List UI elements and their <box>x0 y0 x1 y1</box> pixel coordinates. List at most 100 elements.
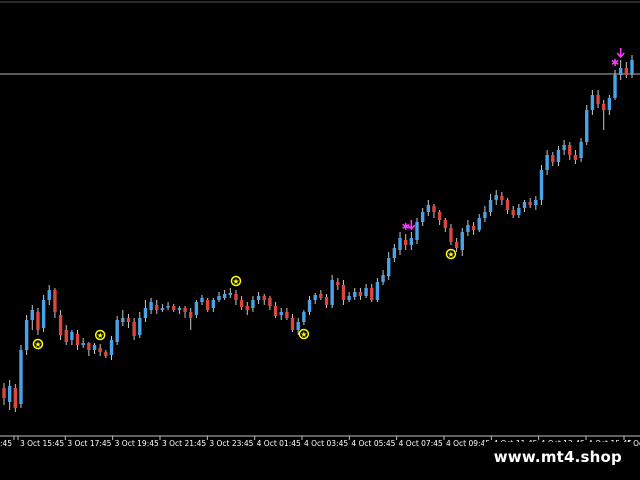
candle-body <box>602 104 606 110</box>
x-tick-label: :45 <box>0 439 12 448</box>
chart-background <box>0 0 640 480</box>
candle-body <box>126 318 131 322</box>
candle-body <box>381 275 385 282</box>
candle-body <box>596 95 600 104</box>
candle-body <box>98 348 102 352</box>
candle-body <box>228 293 233 295</box>
candle-body <box>19 350 23 404</box>
candle-body <box>562 145 566 150</box>
candle-body <box>613 75 617 98</box>
candle-body <box>556 150 561 162</box>
candle-body <box>256 296 261 300</box>
candle-body <box>166 306 170 308</box>
candle-body <box>454 242 459 248</box>
magenta-star-icon: ✱ <box>401 222 409 233</box>
candle-body <box>75 334 80 345</box>
candle-body <box>268 298 272 306</box>
signal-star-glyph: ★ <box>97 331 104 340</box>
chart-canvas: ★ ★ ★ ★ ★ ✱ ✱:45 3 Oct 15:45 3 Oct 17:45 3 Oct 19… <box>0 0 640 480</box>
x-tick-label: 3 Oct 15:45 <box>20 439 64 448</box>
candle-body <box>132 322 136 336</box>
candle-body <box>483 212 487 218</box>
candle-body <box>624 68 629 75</box>
candle-body <box>245 306 249 310</box>
candle-body <box>172 306 176 310</box>
x-tick-label: 4 Oct 01:45 <box>257 439 301 448</box>
candle-body <box>319 294 323 298</box>
signal-star-glyph: ★ <box>300 330 307 339</box>
candle-body <box>121 318 125 322</box>
candle-body <box>398 238 402 250</box>
candle-body <box>347 296 351 300</box>
candle-body <box>302 312 306 322</box>
candle-body <box>200 298 204 302</box>
candle-body <box>222 294 227 298</box>
candle-body <box>155 305 159 310</box>
trading-chart[interactable]: ★ ★ ★ ★ ★ ✱ ✱:45 3 Oct 15:45 3 Oct 17:45 3 Oct 19… <box>0 0 640 480</box>
candle-body <box>324 297 329 305</box>
candle-body <box>494 195 498 200</box>
x-tick-label: 3 Oct 19:45 <box>115 439 159 448</box>
candle-body <box>285 312 289 318</box>
candle-body <box>70 332 74 340</box>
candle-body <box>205 300 210 310</box>
candle-body <box>36 312 40 330</box>
watermark: www.mt4.shop <box>483 442 632 472</box>
candle-body <box>618 68 623 75</box>
candle-body <box>353 292 357 297</box>
candle-body <box>81 343 85 345</box>
candle-body <box>58 315 63 335</box>
candle-body <box>13 388 18 408</box>
candle-body <box>296 322 300 330</box>
candle-body <box>392 248 397 258</box>
candle-body <box>545 155 549 170</box>
candle-body <box>579 142 583 158</box>
candle-body <box>64 330 68 342</box>
candle-body <box>511 210 515 215</box>
x-tick-label: 3 Oct 21:45 <box>162 439 206 448</box>
candle-body <box>477 218 481 230</box>
candle-body <box>585 110 589 142</box>
candle-body <box>239 300 244 307</box>
candle-body <box>449 228 453 242</box>
candle-body <box>234 294 238 300</box>
candle-body <box>290 318 295 330</box>
candle-body <box>409 238 414 245</box>
candle-body <box>375 282 380 300</box>
candle-body <box>534 200 538 205</box>
candle-body <box>488 200 493 212</box>
candle-body <box>630 60 634 74</box>
signal-star-glyph: ★ <box>34 340 41 349</box>
x-tick-label: 3 Oct 23:45 <box>209 439 253 448</box>
candle-body <box>87 343 91 350</box>
candle-body <box>539 170 544 200</box>
candle-body <box>443 220 447 228</box>
candle-body <box>358 292 363 296</box>
candle-body <box>2 388 6 398</box>
candle-body <box>330 280 334 305</box>
candle-body <box>341 285 346 300</box>
candle-body <box>387 258 391 276</box>
candle-body <box>437 212 442 220</box>
candle-body <box>471 226 476 230</box>
candle-body <box>30 310 34 320</box>
candle-body <box>307 300 312 312</box>
magenta-star-icon: ✱ <box>611 58 619 69</box>
candle-body <box>189 312 193 318</box>
candle-body <box>370 288 374 300</box>
candle-body <box>177 308 182 310</box>
candle-body <box>607 98 612 110</box>
candle-body <box>364 288 368 296</box>
candle-body <box>104 352 108 356</box>
candle-body <box>24 320 29 350</box>
candle-body <box>47 290 51 300</box>
candle-body <box>41 300 46 328</box>
x-tick-label: 4 Oct 05:45 <box>351 439 395 448</box>
x-tick-label: 4 Oct 03:45 <box>304 439 348 448</box>
candle-body <box>432 206 436 212</box>
candle-body <box>415 222 419 240</box>
candle-body <box>143 308 148 318</box>
candle-body <box>7 386 12 402</box>
candle-body <box>109 340 114 355</box>
candle-body <box>426 205 431 212</box>
